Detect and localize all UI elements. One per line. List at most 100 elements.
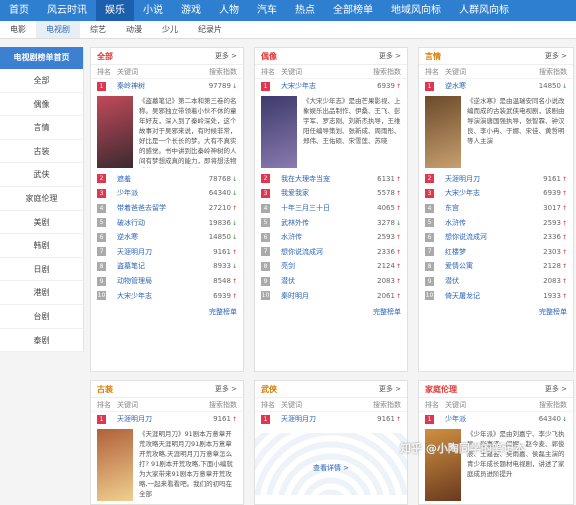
sidebar-item[interactable]: 港剧 (0, 281, 83, 305)
sidebar-title[interactable]: 电视剧榜单首页 (0, 47, 83, 69)
table-row[interactable]: 1 秦岭神树 97789↓ (91, 79, 243, 94)
table-row[interactable]: 3 我爱我家 5578↑ (255, 186, 407, 201)
keyword-link[interactable]: 少年派 (445, 414, 527, 424)
more-link[interactable]: 更多 > (379, 51, 401, 61)
sidebar-item[interactable]: 家庭伦理 (0, 187, 83, 211)
more-link[interactable]: 更多 > (215, 384, 237, 394)
table-row[interactable]: 7 天涯明月刀 9161↑ (91, 245, 243, 260)
sidebar-item[interactable]: 日剧 (0, 258, 83, 282)
table-row[interactable]: 3 大宋少年志 6939↑ (419, 186, 573, 201)
sidebar-item[interactable]: 台剧 (0, 305, 83, 329)
table-row[interactable]: 9 动物管理局 8548↑ (91, 274, 243, 289)
nav-item[interactable]: 人物 (210, 0, 248, 21)
table-row[interactable]: 2 天涯明月刀 9161↑ (419, 172, 573, 187)
keyword-link[interactable]: 破冰行动 (117, 218, 197, 228)
nav-item[interactable]: 首页 (0, 0, 38, 21)
keyword-link[interactable]: 大宋少年志 (117, 291, 197, 301)
table-row[interactable]: 9 潜伏 2083↑ (255, 274, 407, 289)
table-row[interactable]: 8 爱情公寓 2128↑ (419, 259, 573, 274)
table-row[interactable]: 5 水浒传 2593↑ (419, 215, 573, 230)
subnav-item[interactable]: 电影 (0, 21, 36, 38)
table-row[interactable]: 9 潜伏 2083↑ (419, 274, 573, 289)
keyword-link[interactable]: 天涯明月刀 (117, 414, 197, 424)
table-row[interactable]: 6 逆水寒 14850↓ (91, 230, 243, 245)
table-row[interactable]: 1 逆水寒 14850↓ (419, 79, 573, 94)
keyword-link[interactable]: 潜伏 (445, 276, 527, 286)
table-row[interactable]: 1 大宋少年志 6939↑ (255, 79, 407, 94)
poster-image[interactable] (97, 95, 133, 168)
complete-list-link[interactable]: 完整榜单 (255, 303, 407, 321)
keyword-link[interactable]: 武林外传 (281, 218, 361, 228)
keyword-link[interactable]: 天涯明月刀 (445, 174, 527, 184)
subnav-item[interactable]: 动漫 (116, 21, 152, 38)
table-row[interactable]: 4 带着爸爸去留学 27210↑ (91, 201, 243, 216)
subnav-item[interactable]: 少儿 (152, 21, 188, 38)
table-row[interactable]: 8 亮剑 2124↑ (255, 259, 407, 274)
sidebar-item[interactable]: 偶像 (0, 93, 83, 117)
sidebar-item[interactable]: 美剧 (0, 211, 83, 235)
keyword-link[interactable]: 倚天屠龙记 (445, 291, 527, 301)
nav-item[interactable]: 汽车 (248, 0, 286, 21)
sidebar-item[interactable]: 言情 (0, 116, 83, 140)
table-row[interactable]: 10 大宋少年志 6939↑ (91, 288, 243, 303)
more-link[interactable]: 更多 > (545, 384, 567, 394)
subnav-item[interactable]: 综艺 (80, 21, 116, 38)
sidebar-item[interactable]: 泰剧 (0, 329, 83, 353)
table-row[interactable]: 1 少年派 64340↓ (419, 412, 573, 427)
keyword-link[interactable]: 红楼梦 (445, 247, 527, 257)
keyword-link[interactable]: 十年三月三十日 (281, 203, 361, 213)
nav-item[interactable]: 人群风向标 (450, 0, 518, 21)
table-row[interactable]: 1 天涯明月刀 9161↑ (91, 412, 243, 427)
keyword-link[interactable]: 盗墓笔记 (117, 261, 197, 271)
keyword-link[interactable]: 我爱我家 (281, 188, 361, 198)
sidebar-item[interactable]: 古装 (0, 140, 83, 164)
keyword-link[interactable]: 想你说流成河 (281, 247, 361, 257)
keyword-link[interactable]: 秦时明月 (281, 291, 361, 301)
table-row[interactable]: 10 秦时明月 2061↑ (255, 288, 407, 303)
subnav-item[interactable]: 电视剧 (36, 21, 80, 38)
sidebar-item[interactable]: 韩剧 (0, 234, 83, 258)
nav-item[interactable]: 风云时讯 (38, 0, 96, 21)
sidebar-item[interactable]: 武侠 (0, 163, 83, 187)
nav-item[interactable]: 地域风向标 (382, 0, 450, 21)
table-row[interactable]: 5 武林外传 3278↓ (255, 215, 407, 230)
complete-list-link[interactable]: 完整榜单 (419, 303, 573, 321)
table-row[interactable]: 4 十年三月三十日 4065↑ (255, 201, 407, 216)
nav-item[interactable]: 娱乐 (96, 0, 134, 21)
keyword-link[interactable]: 逆水寒 (445, 81, 527, 91)
keyword-link[interactable]: 动物管理局 (117, 276, 197, 286)
keyword-link[interactable]: 逆水寒 (117, 232, 197, 242)
keyword-link[interactable]: 潜伏 (281, 276, 361, 286)
check-details-link[interactable]: 查看详情 > (255, 459, 407, 477)
table-row[interactable]: 8 盗墓笔记 8933↓ (91, 259, 243, 274)
nav-item[interactable]: 游戏 (172, 0, 210, 21)
keyword-link[interactable]: 遮羞 (117, 174, 197, 184)
table-row[interactable]: 6 水浒传 2593↑ (255, 230, 407, 245)
keyword-link[interactable]: 爱情公寓 (445, 261, 527, 271)
poster-image[interactable] (97, 428, 133, 501)
keyword-link[interactable]: 少年派 (117, 188, 197, 198)
poster-image[interactable] (425, 95, 461, 168)
keyword-link[interactable]: 天涯明月刀 (117, 247, 197, 257)
keyword-link[interactable]: 我在大理寺当宠 (281, 174, 361, 184)
more-link[interactable]: 更多 > (379, 384, 401, 394)
table-row[interactable]: 2 我在大理寺当宠 6131↑ (255, 172, 407, 187)
table-row[interactable]: 2 遮羞 78768↓ (91, 172, 243, 187)
keyword-link[interactable]: 大宋少年志 (445, 188, 527, 198)
keyword-link[interactable]: 亮剑 (281, 261, 361, 271)
complete-list-link[interactable]: 完整榜单 (91, 303, 243, 321)
table-row[interactable]: 1 天涯明月刀 9161↑ (255, 412, 407, 427)
keyword-link[interactable]: 水浒传 (445, 218, 527, 228)
keyword-link[interactable]: 天涯明月刀 (281, 414, 361, 424)
table-row[interactable]: 10 倚天屠龙记 1933↑ (419, 288, 573, 303)
nav-item[interactable]: 全部榜单 (324, 0, 382, 21)
table-row[interactable]: 7 想你说流成河 2336↑ (255, 245, 407, 260)
table-row[interactable]: 6 想你说流成河 2336↑ (419, 230, 573, 245)
nav-item[interactable]: 热点 (286, 0, 324, 21)
poster-image[interactable] (261, 95, 297, 168)
sidebar-item[interactable]: 全部 (0, 69, 83, 93)
keyword-link[interactable]: 带着爸爸去留学 (117, 203, 197, 213)
more-link[interactable]: 更多 > (545, 51, 567, 61)
keyword-link[interactable]: 大宋少年志 (281, 81, 361, 91)
table-row[interactable]: 7 红楼梦 2303↑ (419, 245, 573, 260)
